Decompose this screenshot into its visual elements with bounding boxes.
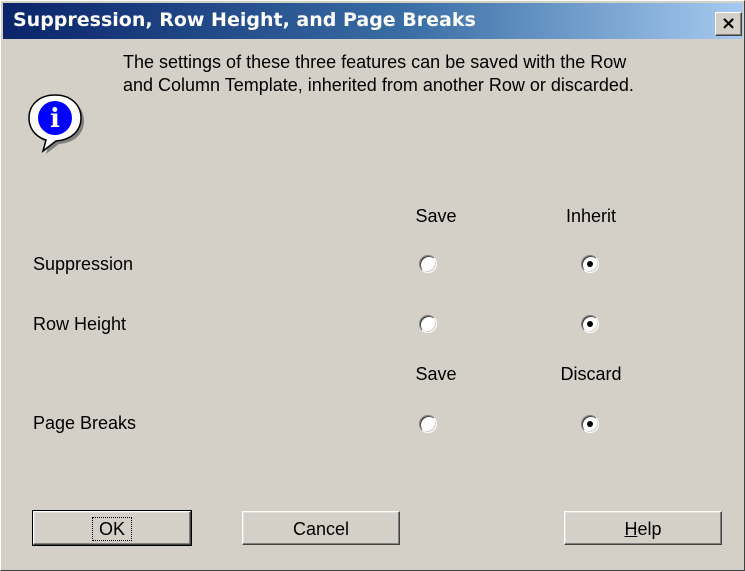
help-button-label-rest: elp xyxy=(637,519,662,539)
help-button[interactable]: Help xyxy=(564,511,722,545)
radio-selected-dot xyxy=(587,421,593,427)
help-button-mnemonic: H xyxy=(624,519,638,539)
info-icon: i xyxy=(28,94,84,154)
col-header-inherit: Inherit xyxy=(565,206,617,226)
message-line-2: and Column Template, inherited from anot… xyxy=(123,75,634,95)
suppression-inherit-radio[interactable] xyxy=(581,255,599,273)
info-icon-glyph: i xyxy=(50,104,60,134)
radio-selected-dot xyxy=(587,261,593,267)
cancel-button[interactable]: Cancel xyxy=(242,511,400,545)
ok-button[interactable]: OK xyxy=(32,510,192,546)
col-header-discard: Discard xyxy=(560,364,622,384)
message-text: The settings of these three features can… xyxy=(123,51,738,97)
row-height-save-radio[interactable] xyxy=(419,315,437,333)
close-icon: × xyxy=(720,13,737,34)
ok-button-label: OK xyxy=(91,517,132,541)
row-height-inherit-radio[interactable] xyxy=(581,315,599,333)
close-button[interactable]: × xyxy=(715,12,742,36)
message-line-1: The settings of these three features can… xyxy=(123,52,627,72)
col-header-save-1: Save xyxy=(415,206,457,226)
page-breaks-save-radio[interactable] xyxy=(419,415,437,433)
cancel-button-label: Cancel xyxy=(292,519,350,539)
dialog-window: Suppression, Row Height, and Page Breaks… xyxy=(0,0,745,571)
radio-selected-dot xyxy=(587,321,593,327)
row-label-page-breaks: Page Breaks xyxy=(33,413,137,433)
title-bar[interactable]: Suppression, Row Height, and Page Breaks… xyxy=(3,3,743,39)
row-label-row-height: Row Height xyxy=(33,314,127,334)
dialog-title: Suppression, Row Height, and Page Breaks xyxy=(13,9,476,31)
col-header-save-2: Save xyxy=(415,364,457,384)
page-breaks-discard-radio[interactable] xyxy=(581,415,599,433)
row-label-suppression: Suppression xyxy=(33,254,134,274)
help-button-label: Help xyxy=(624,519,661,539)
suppression-save-radio[interactable] xyxy=(419,255,437,273)
